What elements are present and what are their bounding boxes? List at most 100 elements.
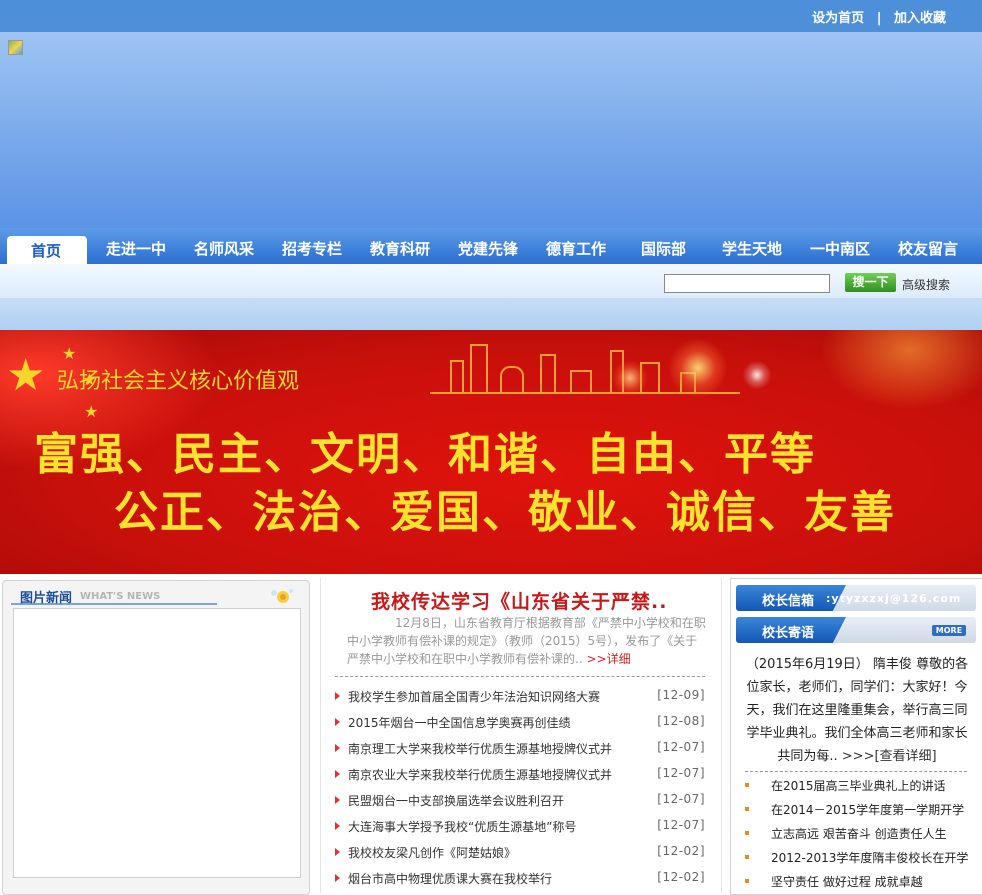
headline-summary: 12月8日，山东省教育厅根据教育部《严禁中小学校和在职中小学教师有偿补课的规定》…: [347, 614, 707, 668]
banner-values-line-2: 公正、法治、爱国、敬业、诚信、友善: [114, 487, 896, 538]
nav-item-admissions[interactable]: 招考专栏: [282, 238, 342, 259]
firework-decoration: [612, 360, 648, 396]
bullet-arrow-icon: [335, 848, 340, 856]
bullet-arrow-icon: [335, 718, 340, 726]
emblem-glow-decoration: [820, 330, 982, 410]
news-item-date: [12-08]: [657, 714, 705, 728]
photo-news-image[interactable]: [13, 608, 301, 878]
nav-item-moral-education[interactable]: 德育工作: [546, 238, 606, 259]
header-strip: [0, 298, 982, 330]
site-header-banner: [0, 32, 982, 229]
news-item[interactable]: 南京理工大学来我校举行优质生源基地授牌仪式并 [12-07]: [335, 740, 705, 758]
bullet-square-icon: [745, 831, 749, 835]
news-item-date: [12-07]: [657, 766, 705, 780]
top-links: 设为首页 | 加入收藏: [808, 7, 950, 26]
nav-item-alumni[interactable]: 校友留言: [898, 238, 958, 259]
principal-mailbox-bar[interactable]: 校长信箱 :ytyzxzxj@126.com: [736, 585, 976, 611]
news-panel: 我校传达学习《山东省关于严禁.. 12月8日，山东省教育厅根据教育部《严禁中小学…: [320, 578, 722, 893]
add-favorite-link[interactable]: 加入收藏: [894, 11, 946, 26]
bullet-square-icon: [745, 783, 749, 787]
news-item[interactable]: 我校学生参加首届全国青少年法治知识网络大赛 [12-09]: [335, 688, 705, 706]
news-item[interactable]: 南京农业大学来我校举行优质生源基地授牌仪式并 [12-07]: [335, 766, 705, 784]
news-item-date: [12-02]: [657, 844, 705, 858]
nav-item-home-label: 首页: [31, 242, 62, 260]
photo-news-title: 图片新闻: [20, 591, 73, 606]
headline-summary-text: 12月8日，山东省教育厅根据教育部《严禁中小学校和在职中小学教师有偿补课的规定》…: [347, 616, 706, 666]
bullet-arrow-icon: [335, 744, 340, 752]
top-links-separator: |: [876, 11, 882, 26]
set-home-link[interactable]: 设为首页: [812, 11, 864, 26]
principal-message-label: 校长寄语: [762, 626, 815, 641]
search-bar: 搜一下 高级搜索: [0, 264, 982, 299]
news-item-title: 烟台市高中物理优质课大赛在我校举行: [348, 872, 553, 886]
principal-article-title: 立志高远 艰苦奋斗 创造责任人生: [771, 827, 947, 841]
main-nav: 首页 走进一中 名师风采 招考专栏 教育科研 党建先锋 德育工作 国际部 学生天…: [0, 228, 982, 264]
bullet-arrow-icon: [335, 822, 340, 830]
bullet-square-icon: [745, 855, 749, 859]
star-icon: ★: [6, 350, 46, 401]
star-icon: ★: [62, 344, 77, 363]
bullet-square-icon: [745, 879, 749, 883]
principal-message-body: （2015年6月19日） 隋丰俊 尊敬的各位家长，老师们，同学们：大家好！今天，…: [745, 657, 969, 764]
news-item-title: 我校校友梁凡创作《阿楚姑娘》: [348, 846, 517, 860]
bullet-arrow-icon: [335, 770, 340, 778]
principal-message-text: （2015年6月19日） 隋丰俊 尊敬的各位家长，老师们，同学们：大家好！今天，…: [741, 653, 973, 768]
news-item[interactable]: 民盟烟台一中支部换届选举会议胜利召开 [12-07]: [335, 792, 705, 810]
news-item-title: 2015年烟台一中全国信息学奥赛再创佳绩: [348, 716, 571, 730]
principal-message-more-button[interactable]: MORE: [932, 625, 966, 636]
photo-news-subtitle: WHAT'S NEWS: [80, 591, 161, 602]
principal-mailbox-email[interactable]: :ytyzxzxj@126.com: [826, 592, 961, 605]
news-item-date: [12-07]: [657, 818, 705, 832]
core-values-banner: ★ ★ ★ ★ 弘扬社会主义核心价值观 富强、民主、文明、和谐、自由、平等 公正…: [0, 330, 982, 574]
news-item[interactable]: 烟台市高中物理优质课大赛在我校举行 [12-02]: [335, 870, 705, 888]
principal-message-detail-link[interactable]: >>>[查看详细]: [842, 749, 937, 764]
nav-item-about[interactable]: 走进一中: [106, 238, 166, 259]
principal-panel: 校长信箱 :ytyzxzxj@126.com 校长寄语 MORE （2015年6…: [730, 578, 982, 895]
principal-mailbox-label: 校长信箱: [762, 594, 815, 609]
search-button[interactable]: 搜一下: [845, 273, 896, 292]
firework-decoration: [668, 338, 728, 398]
principal-message-bar: 校长寄语 MORE: [736, 617, 976, 643]
news-item-title: 南京农业大学来我校举行优质生源基地授牌仪式并: [348, 768, 613, 782]
news-item[interactable]: 我校校友梁凡创作《阿楚姑娘》 [12-02]: [335, 844, 705, 862]
nav-item-south-campus[interactable]: 一中南区: [810, 238, 870, 259]
news-item-date: [12-07]: [657, 792, 705, 806]
news-item-title: 大连海事大学授予我校“优质生源基地”称号: [348, 820, 577, 834]
principal-article-title: 2012-2013学年度隋丰俊校长在开学: [771, 851, 969, 865]
bullet-arrow-icon: [335, 796, 340, 804]
headline-more-link[interactable]: >>详细: [586, 652, 630, 666]
banner-slogan: 弘扬社会主义核心价值观: [57, 369, 300, 394]
nav-item-home[interactable]: 首页: [7, 236, 87, 264]
nav-item-students[interactable]: 学生天地: [722, 238, 782, 259]
bullet-square-icon: [745, 807, 749, 811]
principal-article-title: 在2014－2015学年度第一学期开学: [771, 803, 965, 817]
principal-article-title: 坚守责任 做好过程 成就卓越: [771, 875, 923, 889]
nav-item-party[interactable]: 党建先锋: [458, 238, 518, 259]
news-item-title: 我校学生参加首届全国青少年法治知识网络大赛: [348, 690, 601, 704]
news-item-date: [12-07]: [657, 740, 705, 754]
flower-icon: [271, 589, 293, 603]
nav-item-research[interactable]: 教育科研: [370, 238, 430, 259]
bullet-arrow-icon: [335, 874, 340, 882]
broken-image-icon: [8, 40, 23, 55]
banner-values-line-1: 富强、民主、文明、和谐、自由、平等: [34, 429, 816, 480]
news-item-title: 南京理工大学来我校举行优质生源基地授牌仪式并: [348, 742, 613, 756]
headline-title[interactable]: 我校传达学习《山东省关于严禁..: [371, 587, 667, 614]
news-item-title: 民盟烟台一中支部换届选举会议胜利召开: [348, 794, 565, 808]
nav-item-international[interactable]: 国际部: [641, 238, 686, 259]
top-bar: 设为首页 | 加入收藏: [0, 0, 982, 32]
news-item[interactable]: 2015年烟台一中全国信息学奥赛再创佳绩 [12-08]: [335, 714, 705, 732]
news-item-date: [12-02]: [657, 870, 705, 884]
photo-news-panel: 图片新闻 WHAT'S NEWS: [2, 580, 310, 895]
principal-divider: [745, 771, 967, 772]
principal-article-title: 在2015届高三毕业典礼上的讲话: [771, 779, 946, 793]
principal-message-tab: 校长寄语: [736, 617, 846, 643]
nav-item-teachers[interactable]: 名师风采: [194, 238, 254, 259]
dove-decoration: [740, 358, 774, 392]
news-item[interactable]: 大连海事大学授予我校“优质生源基地”称号 [12-07]: [335, 818, 705, 836]
search-input[interactable]: [664, 274, 830, 293]
news-divider: [335, 676, 705, 677]
advanced-search-link[interactable]: 高级搜索: [902, 276, 950, 293]
news-item-date: [12-09]: [657, 688, 705, 702]
bullet-arrow-icon: [335, 692, 340, 700]
